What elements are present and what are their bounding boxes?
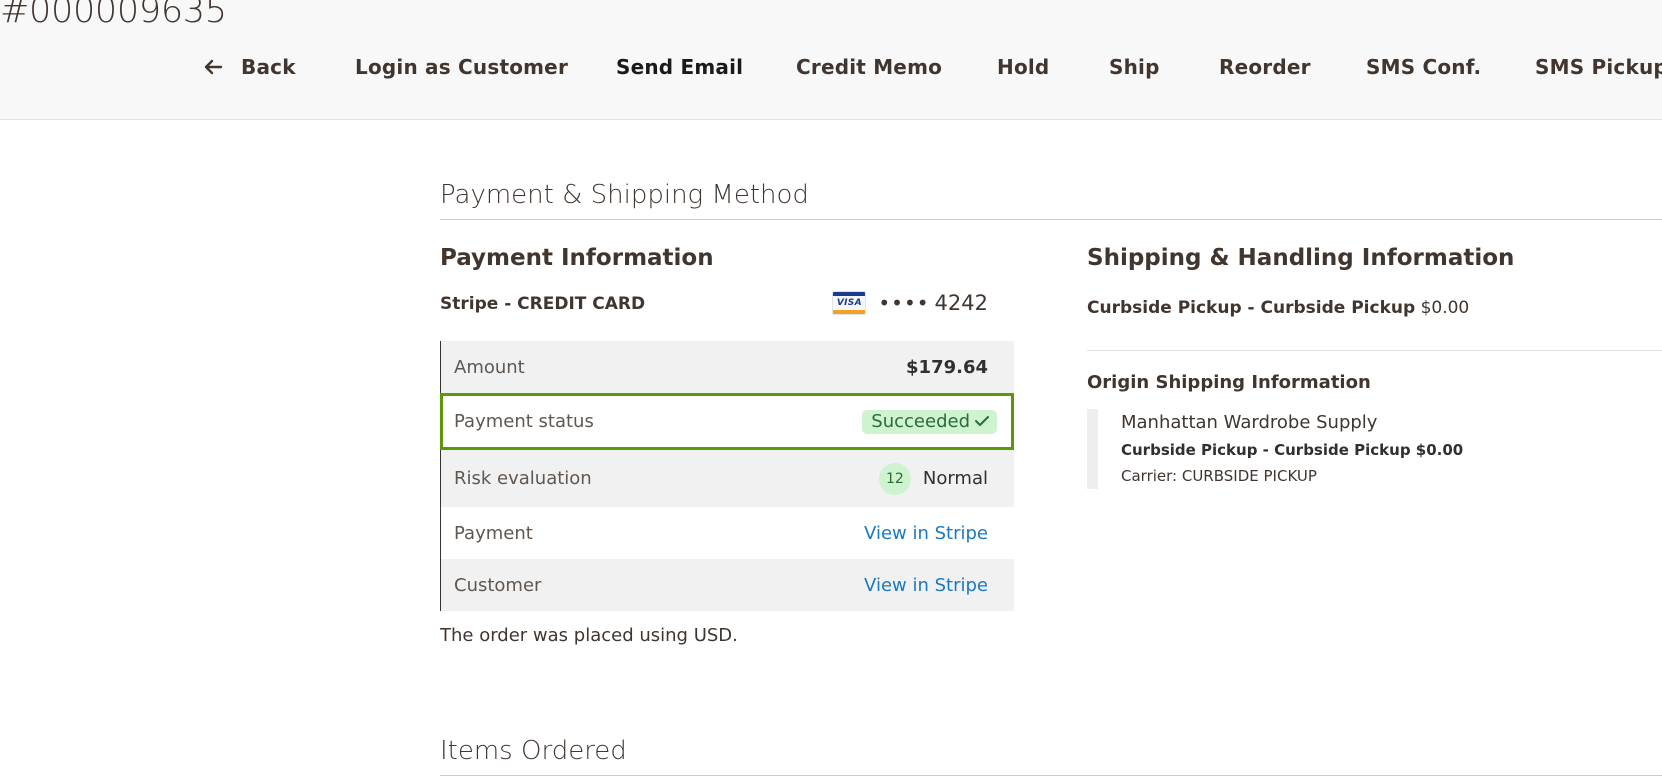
- credit-memo-button[interactable]: Credit Memo: [796, 52, 942, 82]
- ship-button[interactable]: Ship: [1109, 52, 1160, 82]
- amount-row: Amount $179.64: [441, 341, 1014, 393]
- payment-method: Stripe - CREDIT CARD VISA •••• 4242: [440, 288, 1014, 328]
- payment-information-column: Payment Information Stripe - CREDIT CARD…: [440, 240, 1014, 646]
- shipping-method-name: Curbside Pickup - Curbside Pickup: [1087, 298, 1416, 318]
- risk-evaluation-value: 12 Normal: [878, 462, 988, 495]
- origin-carrier: Carrier: CURBSIDE PICKUP: [1121, 467, 1317, 485]
- origin-shipping-method: Curbside Pickup - Curbside Pickup $0.00: [1121, 441, 1464, 459]
- amount-value: $179.64: [906, 356, 988, 378]
- payment-information-title: Payment Information: [440, 245, 714, 271]
- login-as-customer-button[interactable]: Login as Customer: [355, 52, 568, 82]
- card-mask: ••••: [878, 291, 930, 315]
- risk-evaluation-row: Risk evaluation 12 Normal: [441, 450, 1014, 507]
- customer-label: Customer: [454, 574, 542, 596]
- shipping-method: Curbside Pickup - Curbside Pickup $0.00: [1087, 288, 1662, 328]
- section-divider: [440, 219, 1662, 220]
- send-email-button[interactable]: Send Email: [616, 52, 743, 82]
- view-payment-in-stripe-link[interactable]: View in Stripe: [864, 523, 988, 544]
- origin-shipping-title: Origin Shipping Information: [1087, 372, 1371, 393]
- payment-status-label: Payment status: [454, 411, 594, 432]
- view-customer-in-stripe-link[interactable]: View in Stripe: [864, 575, 988, 596]
- shipping-divider: [1087, 350, 1662, 351]
- origin-shipping-block: Manhattan Wardrobe Supply Curbside Picku…: [1087, 409, 1662, 489]
- payment-status-row: Payment status Succeeded: [440, 393, 1014, 450]
- items-ordered-section-title: Items Ordered: [440, 736, 627, 766]
- sms-conf-button[interactable]: SMS Conf.: [1366, 52, 1481, 82]
- risk-evaluation-label: Risk evaluation: [454, 468, 592, 489]
- risk-level: Normal: [922, 468, 988, 489]
- shipping-price: $0.00: [1420, 298, 1470, 318]
- origin-store-name: Manhattan Wardrobe Supply: [1121, 412, 1378, 433]
- items-ordered-divider: [440, 775, 1662, 776]
- shipping-handling-title: Shipping & Handling Information: [1087, 245, 1515, 271]
- payment-row: Payment View in Stripe: [441, 507, 1014, 559]
- hold-button[interactable]: Hold: [997, 52, 1049, 82]
- arrow-left-icon: [204, 59, 223, 75]
- payment-label: Payment: [454, 522, 533, 544]
- risk-score-badge: 12: [878, 462, 911, 495]
- visa-card-icon: VISA: [832, 291, 867, 315]
- page-header: #000009635 Back Login as Customer Send E…: [0, 0, 1662, 120]
- payment-details-table: Amount $179.64 Payment status Succeeded …: [440, 341, 1014, 611]
- card-info: VISA •••• 4242: [832, 291, 988, 315]
- checkmark-icon: [975, 416, 989, 426]
- payment-status-badge: Succeeded: [862, 409, 997, 434]
- currency-note: The order was placed using USD.: [440, 625, 738, 646]
- customer-row: Customer View in Stripe: [441, 559, 1014, 611]
- shipping-information-column: Shipping & Handling Information Curbside…: [1087, 240, 1662, 489]
- sms-pickup-button[interactable]: SMS Pickup: [1535, 52, 1662, 82]
- back-label: Back: [241, 55, 296, 79]
- payment-shipping-section-title: Payment & Shipping Method: [440, 180, 809, 210]
- card-last4: 4242: [934, 291, 988, 315]
- back-button[interactable]: Back: [203, 52, 296, 82]
- payment-method-label: Stripe - CREDIT CARD: [440, 294, 646, 314]
- reorder-button[interactable]: Reorder: [1219, 52, 1311, 82]
- amount-label: Amount: [454, 356, 525, 378]
- payment-status-value: Succeeded: [871, 410, 970, 432]
- order-number-title: #000009635: [0, 0, 227, 31]
